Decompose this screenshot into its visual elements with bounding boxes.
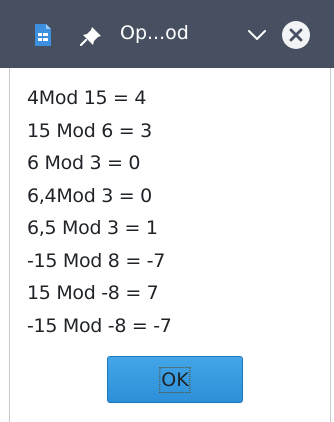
ok-button-label: OK: [159, 366, 191, 393]
result-line: 6,5 Mod 3 = 1: [27, 217, 158, 239]
chevron-down-icon[interactable]: [247, 27, 267, 43]
pin-icon[interactable]: [79, 26, 102, 47]
result-line: 6,4Mod 3 = 0: [27, 184, 152, 207]
window-title: Op...od: [120, 22, 189, 44]
result-line: 15 Mod 6 = 3: [27, 119, 152, 142]
close-button[interactable]: [282, 21, 310, 49]
result-list: 4Mod 15 = 4 15 Mod 6 = 3 6 Mod 3 = 0 6,4…: [27, 82, 172, 342]
ok-button[interactable]: OK: [107, 356, 243, 403]
title-bar[interactable]: Op...od: [0, 0, 334, 68]
result-line: -15 Mod -8 = -7: [27, 314, 172, 337]
result-line: -15 Mod 8 = -7: [27, 249, 166, 272]
result-line: 4Mod 15 = 4: [27, 87, 147, 109]
close-icon: [289, 28, 303, 42]
result-line: 6 Mod 3 = 0: [27, 152, 141, 174]
message-dialog: Op...od 4Mod 15 = 4 15 Mod 6 = 3 6 Mod 3…: [0, 0, 334, 422]
app-document-icon: [33, 23, 53, 47]
dialog-body: 4Mod 15 = 4 15 Mod 6 = 3 6 Mod 3 = 0 6,4…: [9, 68, 331, 422]
result-line: 15 Mod -8 = 7: [27, 282, 159, 304]
